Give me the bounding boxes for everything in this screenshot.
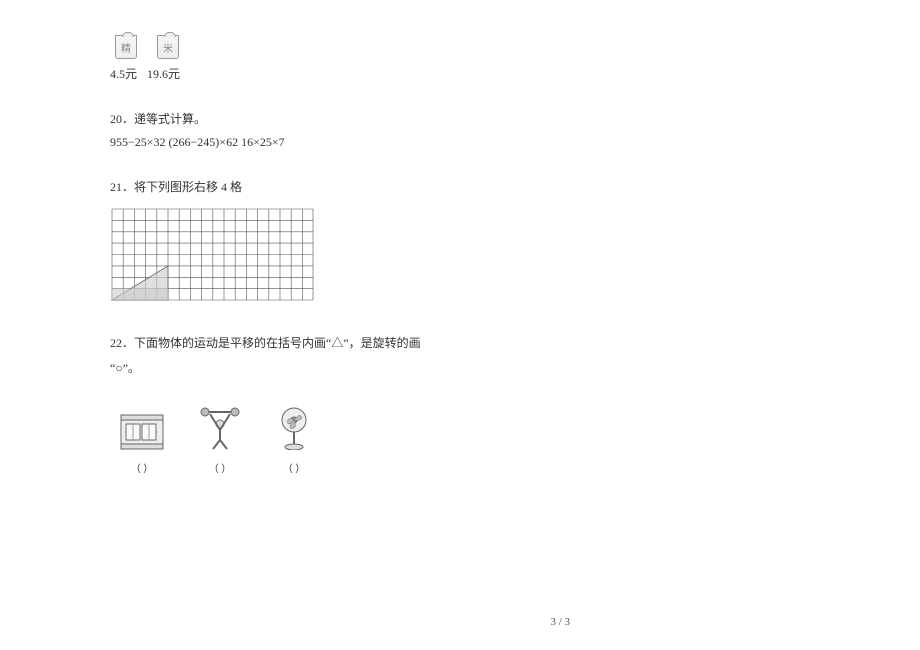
q20-expressions: 955−25×32 (266−245)×62 16×25×7: [110, 135, 810, 150]
page-number: 3 / 3: [550, 616, 570, 628]
sugar-bag-icon: 精: [115, 35, 137, 59]
q21-title: 21．将下列图形右移 4 格: [110, 178, 810, 195]
q22-item-1: （ ）: [120, 414, 164, 475]
window-icon: [120, 414, 164, 450]
q-text: 递等式计算。: [134, 112, 206, 126]
q22-title-line1: 22．下面物体的运动是平移的在括号内画“△”，是旋转的画: [110, 334, 810, 351]
question-22: 22．下面物体的运动是平移的在括号内画“△”，是旋转的画 “○”。 （ ）: [110, 334, 810, 475]
fan-icon: [276, 406, 312, 450]
weightlifter-icon: [200, 406, 240, 450]
question-20: 20．递等式计算。 955−25×32 (266−245)×62 16×25×7: [110, 110, 810, 150]
top-bags-row: 精 米: [115, 35, 810, 59]
rice-bag-icon: 米: [157, 35, 179, 59]
paren-3: （ ）: [283, 460, 306, 475]
q-number: 22．: [110, 336, 134, 350]
q20-title: 20．递等式计算。: [110, 110, 810, 127]
q-number: 21．: [110, 180, 134, 194]
paren-2: （ ）: [209, 460, 232, 475]
q-text: 将下列图形右移 4 格: [134, 180, 242, 194]
question-21: 21．将下列图形右移 4 格: [110, 178, 810, 306]
price-1: 4.5元: [110, 65, 137, 82]
price-2: 19.6元: [147, 65, 180, 82]
grid-figure: [110, 207, 315, 302]
q-number: 20．: [110, 112, 134, 126]
q22-item-2: （ ）: [200, 406, 240, 475]
bag-label: 米: [163, 40, 173, 55]
q-text: 下面物体的运动是平移的在括号内画“△”，是旋转的画: [134, 336, 421, 350]
bag-label: 精: [121, 40, 131, 55]
q22-item-3: （ ）: [276, 406, 312, 475]
q22-title-line2: “○”。: [110, 359, 810, 376]
prices-row: 4.5元 19.6元: [110, 65, 810, 82]
paren-1: （ ）: [131, 460, 154, 475]
q22-items-row: （ ） （ ）: [120, 406, 810, 475]
